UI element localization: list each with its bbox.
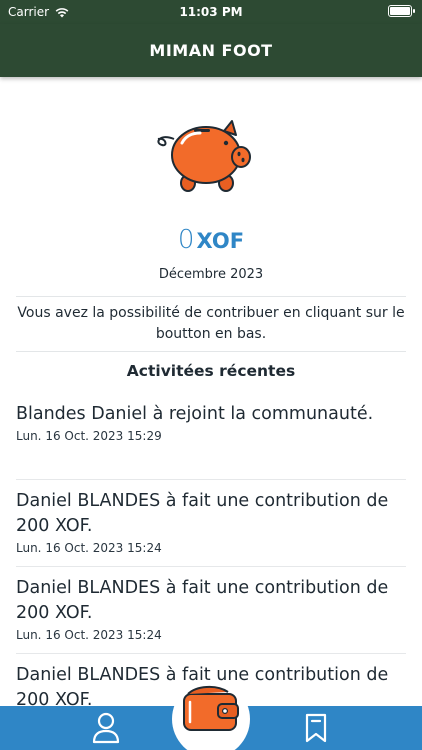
activities-title: Activitées récentes <box>126 362 296 380</box>
activity-time: Lun. 16 Oct. 2023 15:29 <box>16 429 162 443</box>
header: MIMAN FOOT <box>0 24 422 77</box>
wallet-icon[interactable] <box>178 678 244 738</box>
divider <box>16 296 406 297</box>
divider <box>16 351 406 352</box>
activity-text: Daniel BLANDES à fait une contribution d… <box>16 491 389 536</box>
status-bar: Carrier 11:03 PM <box>0 0 422 24</box>
main-content[interactable]: 0 XOF Décembre 2023 Vous avez la possibi… <box>0 77 422 707</box>
activities-list: Blandes Daniel à rejoint la communauté. … <box>0 393 422 707</box>
activity-time: Lun. 16 Oct. 2023 15:24 <box>16 628 162 642</box>
piggy-bank-icon <box>157 120 251 192</box>
activity-text: Daniel BLANDES à fait une contribution d… <box>16 578 389 623</box>
bookmark-icon[interactable] <box>302 712 330 744</box>
page-title: MIMAN FOOT <box>149 41 273 60</box>
balance-currency: XOF <box>196 229 245 253</box>
balance-display: 0 XOF <box>0 225 422 255</box>
balance-amount: 0 <box>177 225 195 255</box>
battery-icon <box>388 5 415 17</box>
balance-period: Décembre 2023 <box>158 267 264 282</box>
list-item: Daniel BLANDES à fait une contribution d… <box>0 480 422 567</box>
activity-time: Lun. 16 Oct. 2023 15:24 <box>16 541 162 555</box>
profile-icon[interactable] <box>91 712 121 744</box>
activity-text: Blandes Daniel à rejoint la communauté. <box>16 404 374 424</box>
list-item: Daniel BLANDES à fait une contribution d… <box>0 567 422 654</box>
status-time: 11:03 PM <box>179 5 243 19</box>
info-text: Vous avez la possibilité de contribuer e… <box>17 305 405 342</box>
list-item: Blandes Daniel à rejoint la communauté. … <box>0 393 422 480</box>
